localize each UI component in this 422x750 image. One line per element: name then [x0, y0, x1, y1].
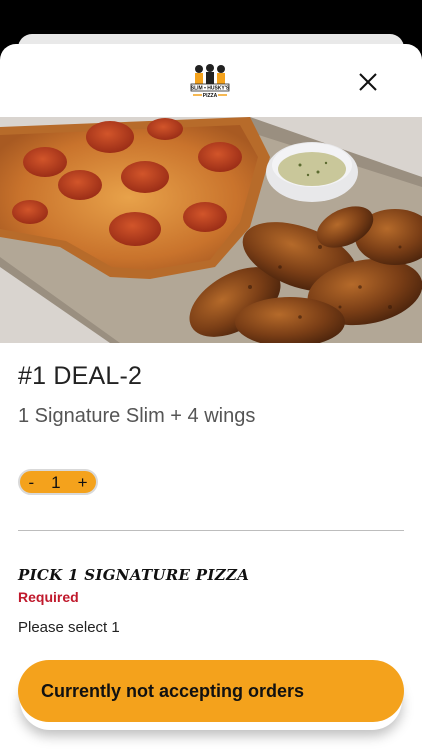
svg-text:PIZZA: PIZZA: [203, 93, 218, 99]
item-photo: [0, 117, 422, 343]
item-detail-sheet: SLIM • HUSKY'S PIZZA #1 DEAL-2 1 Signatu…: [0, 44, 422, 750]
item-title: #1 DEAL-2: [18, 362, 143, 390]
quantity-stepper: - 1 +: [18, 469, 98, 495]
svg-text:SLIM • HUSKY'S: SLIM • HUSKY'S: [191, 86, 230, 92]
selection-hint: Please select 1: [18, 619, 120, 636]
close-icon: [359, 73, 377, 91]
sheet-header: SLIM • HUSKY'S PIZZA: [0, 44, 422, 117]
pizza-and-wings-image: [0, 117, 422, 343]
slim-and-huskys-pizza-logo: SLIM • HUSKY'S PIZZA: [190, 64, 230, 99]
add-to-order-button[interactable]: Currently not accepting orders: [18, 660, 404, 722]
quantity-value: 1: [51, 472, 61, 492]
item-description: 1 Signature Slim + 4 wings: [18, 405, 256, 427]
divider: [18, 530, 404, 531]
decrement-button[interactable]: -: [28, 474, 34, 491]
option-section-title: Pick 1 Signature Pizza: [18, 566, 250, 584]
increment-button[interactable]: +: [78, 474, 88, 491]
required-label: Required: [18, 589, 79, 605]
close-button[interactable]: [354, 68, 382, 96]
